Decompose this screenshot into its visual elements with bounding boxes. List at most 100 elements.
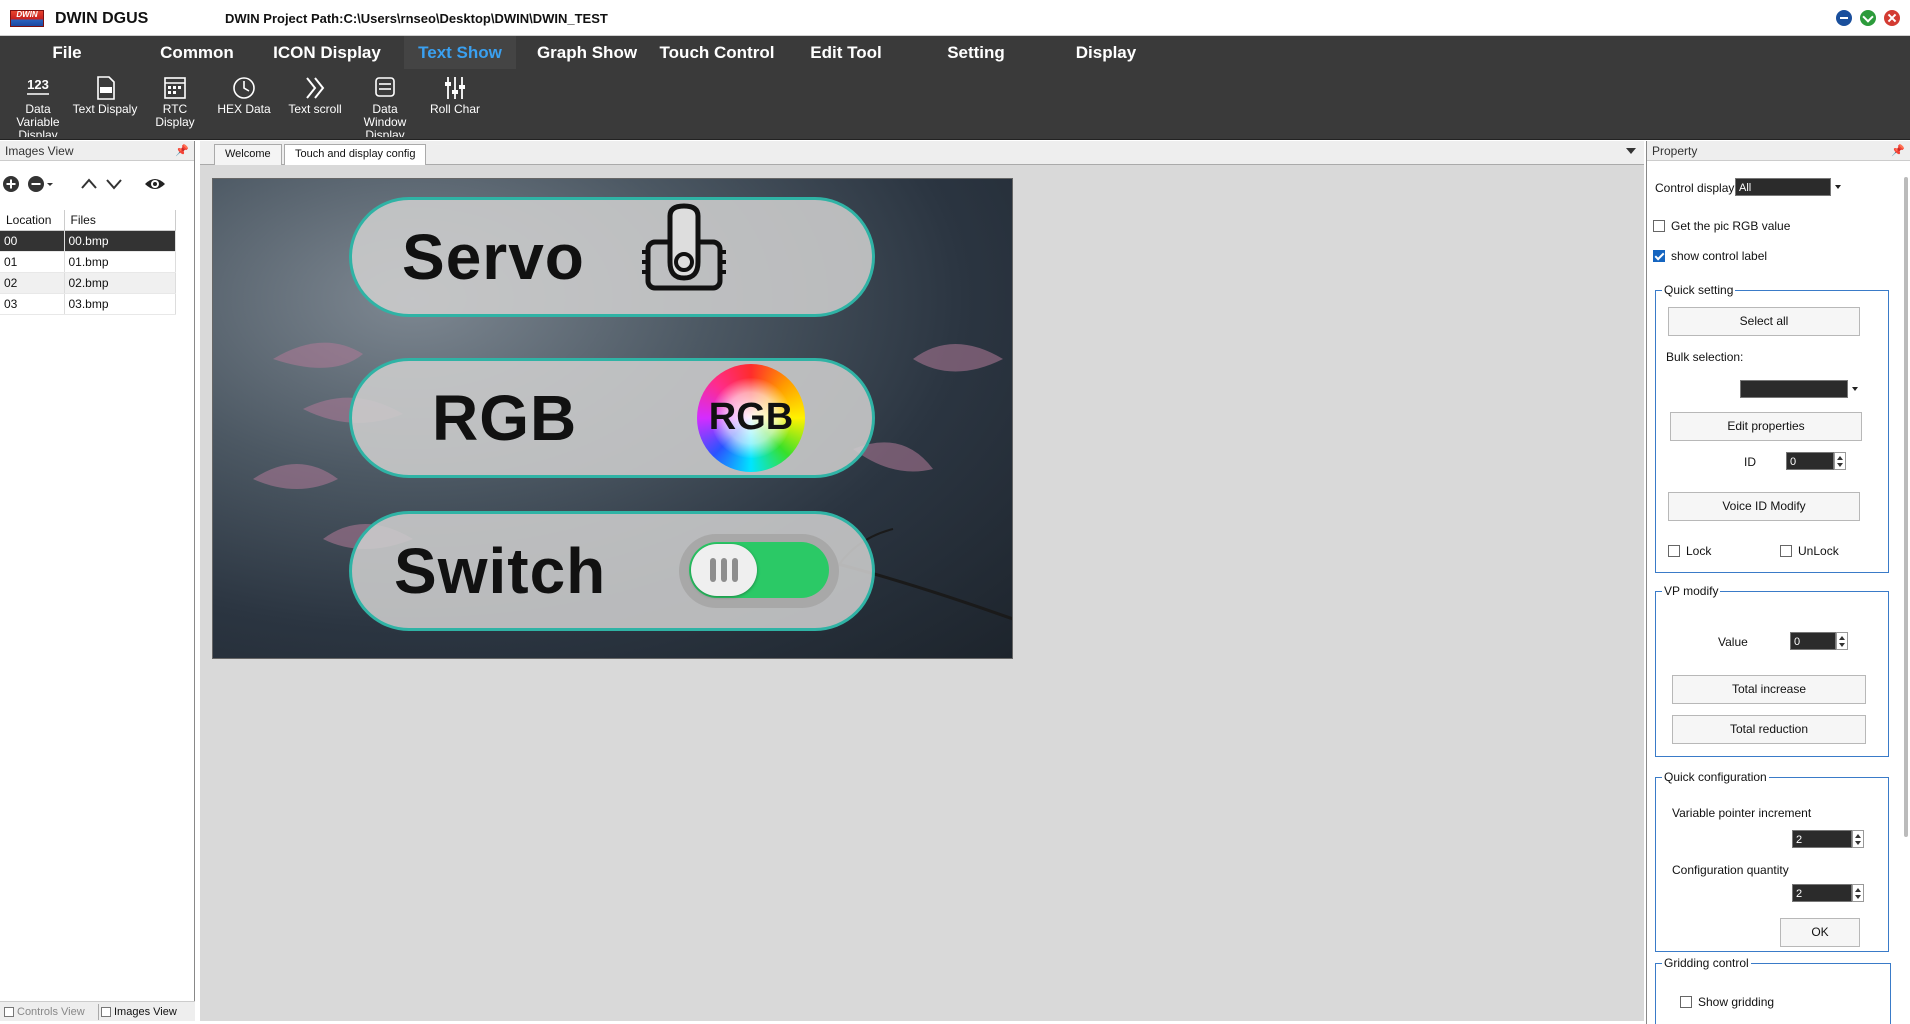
pin-icon[interactable]: 📌 xyxy=(1891,141,1905,161)
menu-file[interactable]: File xyxy=(30,36,104,69)
show-control-label-label: show control label xyxy=(1671,249,1768,263)
tab-images-view[interactable]: Images View xyxy=(98,1004,177,1020)
get-pic-rgb-label: Get the pic RGB value xyxy=(1671,219,1791,233)
app-title: DWIN DGUS xyxy=(55,10,149,27)
servo-label: Servo xyxy=(402,221,585,293)
total-reduction-button[interactable]: Total reduction xyxy=(1672,715,1866,744)
edit-properties-button[interactable]: Edit properties xyxy=(1670,412,1862,441)
scrollbar[interactable] xyxy=(1904,177,1908,837)
value-spinner[interactable] xyxy=(1836,632,1848,650)
tool-label: RTC Display xyxy=(155,102,195,129)
checkbox-icon xyxy=(101,1007,111,1017)
menu-edit-tool[interactable]: Edit Tool xyxy=(796,36,896,69)
show-control-label-checkbox[interactable] xyxy=(1653,250,1665,262)
minimize-button[interactable] xyxy=(1836,10,1852,26)
vp-modify-group: VP modify Value 0 Total increase Total r… xyxy=(1655,584,1889,757)
rgb-button[interactable]: RGB RGB xyxy=(349,358,875,478)
switch-button[interactable]: Switch xyxy=(349,511,875,631)
lock-checkbox[interactable] xyxy=(1668,545,1680,557)
pin-icon[interactable]: 📌 xyxy=(175,141,189,161)
get-pic-rgb-checkbox[interactable] xyxy=(1653,220,1665,232)
move-down-icon[interactable] xyxy=(105,175,123,193)
column-location[interactable]: Location xyxy=(0,210,65,231)
maximize-button[interactable] xyxy=(1860,10,1876,26)
show-gridding-checkbox[interactable] xyxy=(1680,996,1692,1008)
menu-icon-display[interactable]: ICON Display xyxy=(268,36,386,69)
chevron-down-icon[interactable] xyxy=(1831,178,1845,196)
config-quantity-spinner[interactable] xyxy=(1852,884,1864,902)
sliders-icon xyxy=(445,77,465,99)
table-row[interactable]: 00 00.bmp xyxy=(0,230,176,252)
toggle-switch-icon xyxy=(679,534,839,608)
menu-graph-show[interactable]: Graph Show xyxy=(528,36,646,69)
column-files[interactable]: Files xyxy=(64,210,176,231)
move-up-icon[interactable] xyxy=(80,175,98,193)
configuration-quantity-input[interactable]: 2 xyxy=(1792,884,1852,902)
panel-title: Images View xyxy=(5,144,74,158)
tool-rtc-display[interactable]: RTC Display xyxy=(142,73,208,137)
document-tabs: Welcome Touch and display config xyxy=(200,141,1644,165)
servo-button[interactable]: Servo xyxy=(349,197,875,317)
property-header: Property 📌 xyxy=(1647,141,1910,161)
screen-canvas[interactable]: Servo RGB RGB Switch xyxy=(212,178,1013,659)
chevron-down-icon[interactable] xyxy=(45,175,55,193)
table-row[interactable]: 01 01.bmp xyxy=(0,251,176,273)
control-display-select[interactable]: All xyxy=(1735,178,1831,196)
tool-roll-char[interactable]: Roll Char xyxy=(420,73,490,137)
row-location: 02 xyxy=(0,272,65,294)
tool-label: Roll Char xyxy=(429,102,480,116)
rgb-color-wheel-icon: RGB xyxy=(697,364,805,472)
tool-text-scroll[interactable]: Text scroll xyxy=(280,73,350,137)
tab-dropdown-icon[interactable] xyxy=(1626,148,1636,154)
tab-controls-view[interactable]: Controls View xyxy=(2,1004,85,1020)
preview-eye-icon[interactable] xyxy=(144,175,166,193)
menu-common[interactable]: Common xyxy=(150,36,244,69)
ok-button[interactable]: OK xyxy=(1780,918,1860,947)
id-spinner[interactable] xyxy=(1834,452,1846,470)
unlock-checkbox[interactable] xyxy=(1780,545,1792,557)
tool-text-display[interactable]: Text Dispaly xyxy=(72,73,138,137)
control-display-label: Control display xyxy=(1655,181,1735,195)
value-input[interactable]: 0 xyxy=(1790,632,1836,650)
bulk-selection-select[interactable] xyxy=(1740,380,1848,398)
add-icon[interactable] xyxy=(2,175,20,193)
title-bar: DWIN DWIN DGUS DWIN Project Path:C:\User… xyxy=(0,0,1910,36)
app-logo: DWIN xyxy=(10,10,44,27)
group-title: VP modify xyxy=(1662,584,1721,598)
remove-icon[interactable] xyxy=(27,175,45,193)
rgb-label: RGB xyxy=(432,382,578,454)
gridding-control-group: Gridding control Show gridding xyxy=(1655,956,1891,1024)
row-file: 01.bmp xyxy=(64,251,176,273)
id-label: ID xyxy=(1744,455,1756,469)
images-view-header: Images View 📌 xyxy=(0,141,194,161)
close-button[interactable] xyxy=(1884,10,1900,26)
tool-data-window-display[interactable]: Data Window Display xyxy=(352,73,418,137)
calendar-icon xyxy=(164,77,186,99)
menu-setting[interactable]: Setting xyxy=(930,36,1022,69)
project-path: DWIN Project Path:C:\Users\rnseo\Desktop… xyxy=(225,11,608,26)
menu-touch-control[interactable]: Touch Control xyxy=(656,36,778,69)
chevron-down-icon[interactable] xyxy=(1848,380,1862,398)
double-chevron-right-icon xyxy=(306,77,325,99)
pointer-increment-spinner[interactable] xyxy=(1852,830,1864,848)
switch-label: Switch xyxy=(394,535,607,607)
table-row[interactable]: 03 03.bmp xyxy=(0,293,176,315)
checkbox-icon xyxy=(4,1007,14,1017)
voice-id-modify-button[interactable]: Voice ID Modify xyxy=(1668,492,1860,521)
tool-hex-data[interactable]: HEX Data xyxy=(210,73,278,137)
table-row[interactable]: 02 02.bmp xyxy=(0,272,176,294)
menu-text-show[interactable]: Text Show xyxy=(404,36,516,69)
workspace: Welcome Touch and display config Servo R… xyxy=(200,141,1644,1021)
tab-welcome[interactable]: Welcome xyxy=(214,144,282,165)
variable-pointer-increment-input[interactable]: 2 xyxy=(1792,830,1852,848)
id-input[interactable]: 0 xyxy=(1786,452,1834,470)
property-panel: Property 📌 Control display All Get the p… xyxy=(1646,141,1910,1024)
total-increase-button[interactable]: Total increase xyxy=(1672,675,1866,704)
menu-display[interactable]: Display xyxy=(1060,36,1152,69)
select-all-button[interactable]: Select all xyxy=(1668,307,1860,336)
images-view-panel: Images View 📌 Location Files 00 00.bmp 0… xyxy=(0,141,195,1021)
rgb-wheel-text: RGB xyxy=(708,396,794,438)
tab-touch-and-display-config[interactable]: Touch and display config xyxy=(284,144,427,165)
tool-data-variable-display[interactable]: 123 Data Variable Display xyxy=(4,73,72,137)
quick-configuration-group: Quick configuration Variable pointer inc… xyxy=(1655,770,1889,952)
